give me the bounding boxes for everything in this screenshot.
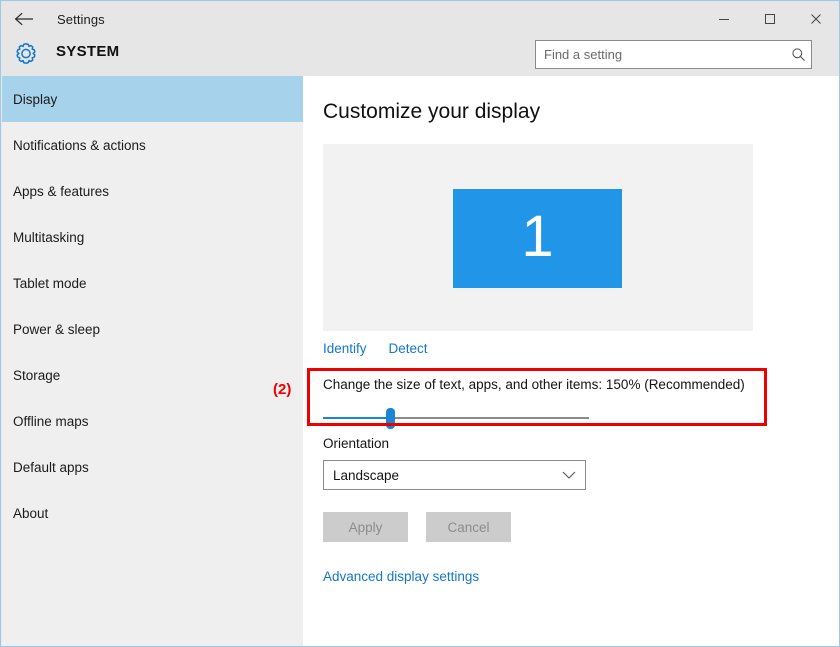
main-content: Customize your display 1 Identify Detect…: [303, 76, 839, 646]
scaling-slider[interactable]: [323, 407, 589, 429]
sidebar-item-display[interactable]: Display: [2, 76, 303, 122]
monitor-tile-1[interactable]: 1: [453, 189, 622, 288]
sidebar-item-label: Offline maps: [13, 413, 89, 429]
search-input[interactable]: [536, 47, 785, 62]
slider-thumb[interactable]: [386, 408, 395, 429]
action-buttons: Apply Cancel: [323, 512, 511, 542]
sidebar-item-label: Default apps: [13, 459, 89, 475]
scaling-section: Change the size of text, apps, and other…: [323, 377, 793, 429]
app-title: Settings: [57, 11, 105, 27]
orientation-dropdown[interactable]: Landscape: [323, 460, 586, 490]
orientation-label: Orientation: [323, 436, 390, 451]
sidebar-item-label: Power & sleep: [13, 321, 101, 337]
close-icon: [811, 14, 821, 24]
gear-icon: [16, 43, 36, 64]
sidebar-item-label: Multitasking: [13, 229, 85, 245]
identify-link[interactable]: Identify: [323, 341, 367, 356]
cancel-button[interactable]: Cancel: [426, 512, 511, 542]
search-box[interactable]: [535, 40, 812, 69]
maximize-button[interactable]: [747, 1, 793, 37]
page-title: Customize your display: [323, 100, 541, 123]
sidebar-item-notifications-actions[interactable]: Notifications & actions: [2, 122, 303, 168]
close-button[interactable]: [793, 1, 839, 37]
settings-window: Settings SYSTEM Find a setting Display N…: [0, 0, 840, 647]
sidebar-item-default-apps[interactable]: Default apps: [2, 444, 303, 490]
sidebar-item-tablet-mode[interactable]: Tablet mode: [2, 260, 303, 306]
sidebar-item-about[interactable]: About: [2, 490, 303, 536]
orientation-selected-value: Landscape: [333, 467, 400, 483]
window-controls: [701, 1, 839, 37]
minimize-icon: [719, 19, 729, 20]
slider-fill: [323, 417, 393, 419]
magnifier-glyph: [791, 48, 805, 61]
sidebar-item-multitasking[interactable]: Multitasking: [2, 214, 303, 260]
sidebar-nav: Display Notifications & actions Apps & f…: [2, 76, 303, 646]
monitor-preview-area: 1: [323, 144, 753, 331]
preview-links: Identify Detect: [323, 341, 428, 356]
sidebar-item-storage[interactable]: Storage: [2, 352, 303, 398]
section-header: SYSTEM: [1, 37, 839, 76]
back-button[interactable]: [1, 1, 47, 37]
maximize-icon: [765, 14, 775, 24]
detect-link[interactable]: Detect: [389, 341, 428, 356]
orientation-section: Orientation Landscape: [323, 436, 586, 490]
scaling-label: Change the size of text, apps, and other…: [323, 377, 745, 392]
title-bar: Settings: [1, 1, 839, 37]
back-arrow-icon: [14, 12, 33, 26]
sidebar-item-apps-features[interactable]: Apps & features: [2, 168, 303, 214]
sidebar-item-label: Notifications & actions: [13, 137, 146, 153]
sidebar-item-label: Display: [13, 91, 58, 107]
sidebar-item-offline-maps[interactable]: Offline maps: [2, 398, 303, 444]
sidebar-item-label: Storage: [13, 367, 61, 383]
advanced-display-settings-link[interactable]: Advanced display settings: [323, 569, 479, 584]
apply-button[interactable]: Apply: [323, 512, 408, 542]
sidebar-item-power-sleep[interactable]: Power & sleep: [2, 306, 303, 352]
sidebar-item-label: Apps & features: [13, 183, 110, 199]
page-section-title: SYSTEM: [56, 43, 120, 60]
sidebar-item-label: Tablet mode: [13, 275, 87, 291]
minimize-button[interactable]: [701, 1, 747, 37]
chevron-down-icon: [562, 471, 576, 479]
monitor-number-label: 1: [521, 203, 554, 269]
sidebar-item-label: About: [13, 505, 49, 521]
search-icon[interactable]: [785, 41, 811, 68]
